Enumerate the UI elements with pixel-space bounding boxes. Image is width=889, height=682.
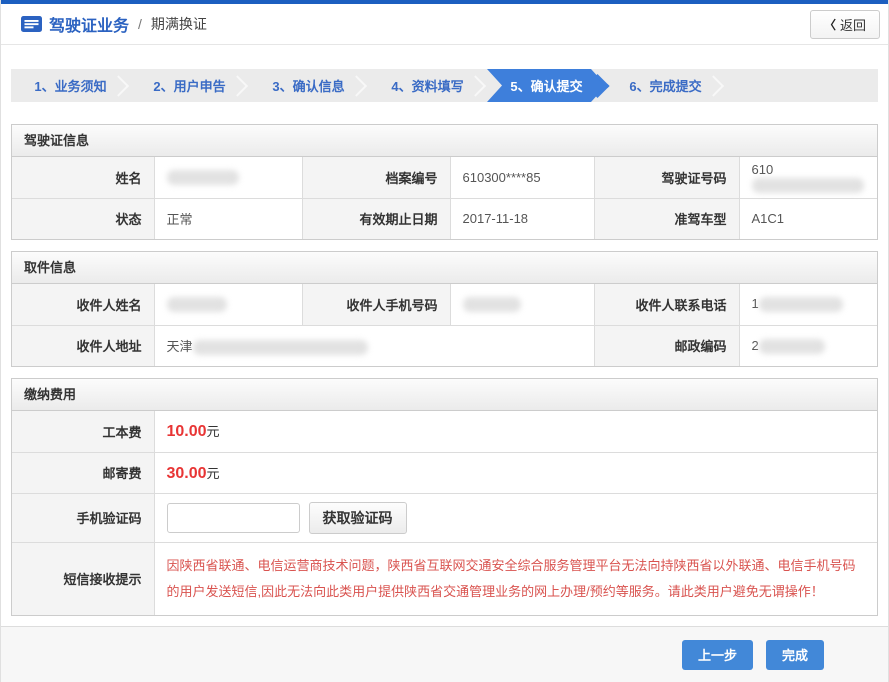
pickup-info-section: 取件信息 收件人姓名 收件人手机号码 收件人联系电话 1 收件人地址 天津 邮政… [11, 251, 878, 367]
redacted-recipient-mobile [463, 297, 521, 312]
postcode-label: 邮政编码 [594, 325, 739, 366]
step-1-business-notice[interactable]: 1、业务须知 [11, 69, 130, 102]
pickup-section-title: 取件信息 [12, 252, 877, 284]
table-row: 状态 正常 有效期止日期 2017-11-18 准驾车型 A1C1 [12, 198, 877, 239]
step-5-confirm-submit-active[interactable]: 5、确认提交 [487, 69, 606, 102]
vehicle-class-value: A1C1 [739, 198, 877, 239]
recipient-name-value [154, 284, 302, 325]
breadcrumb: 驾驶证业务 / 期满换证 [21, 12, 810, 36]
page-subtitle: 期满换证 [151, 14, 207, 34]
name-label: 姓名 [12, 157, 154, 198]
recipient-tel-value: 1 [739, 284, 877, 325]
sms-code-input[interactable] [167, 503, 300, 533]
license-info-section: 驾驶证信息 姓名 档案编号 610300****85 驾驶证号码 610 状态 … [11, 124, 878, 240]
table-row: 手机验证码 获取验证码 [12, 493, 877, 542]
license-section-title: 驾驶证信息 [12, 125, 877, 157]
step-3-confirm-info[interactable]: 3、确认信息 [249, 69, 368, 102]
back-chevron-icon: 〈 [824, 16, 836, 33]
name-value [154, 157, 302, 198]
redacted-postcode [759, 339, 825, 354]
address-label: 收件人地址 [12, 325, 154, 366]
page-header: 驾驶证业务 / 期满换证 〈 返回 [1, 4, 888, 45]
sms-code-cell: 获取验证码 [154, 493, 877, 542]
mail-fee-unit: 元 [207, 466, 220, 481]
mail-fee-amount: 30.00 [167, 465, 207, 482]
sms-code-label: 手机验证码 [12, 493, 154, 542]
license-no-label: 驾驶证号码 [594, 157, 739, 198]
wizard: 1、业务须知 2、用户申告 3、确认信息 4、资料填写 5、确认提交 6、完成提… [11, 69, 878, 102]
recipient-tel-prefix: 1 [752, 296, 759, 311]
file-no-label: 档案编号 [302, 157, 450, 198]
list-card-icon [21, 16, 42, 32]
previous-step-button[interactable]: 上一步 [682, 640, 753, 670]
recipient-mobile-label: 收件人手机号码 [302, 284, 450, 325]
postcode-value: 2 [739, 325, 877, 366]
step-2-user-declaration[interactable]: 2、用户申告 [130, 69, 249, 102]
mail-fee-value: 30.00元 [154, 452, 877, 493]
step-6-finish-submit[interactable]: 6、完成提交 [606, 69, 725, 102]
finish-button[interactable]: 完成 [766, 640, 824, 670]
license-info-table: 姓名 档案编号 610300****85 驾驶证号码 610 状态 正常 有效期… [12, 157, 877, 239]
license-no-value: 610 [739, 157, 877, 198]
page: 驾驶证业务 / 期满换证 〈 返回 1、业务须知 2、用户申告 3、确认信息 4… [0, 0, 889, 682]
status-label: 状态 [12, 198, 154, 239]
table-row: 收件人姓名 收件人手机号码 收件人联系电话 1 [12, 284, 877, 325]
expiry-value: 2017-11-18 [450, 198, 594, 239]
redacted-recipient-name [167, 297, 227, 312]
table-row: 工本费 10.00元 [12, 411, 877, 452]
wizard-steps-bar: 1、业务须知 2、用户申告 3、确认信息 4、资料填写 5、确认提交 6、完成提… [11, 69, 878, 102]
page-title: 驾驶证业务 [49, 12, 129, 36]
sms-notice-label: 短信接收提示 [12, 542, 154, 615]
status-value: 正常 [154, 198, 302, 239]
production-fee-label: 工本费 [12, 411, 154, 452]
fees-section: 缴纳费用 工本费 10.00元 邮寄费 30.00元 手机验证码 获取验证码 [11, 378, 878, 616]
recipient-name-label: 收件人姓名 [12, 284, 154, 325]
vehicle-class-label: 准驾车型 [594, 198, 739, 239]
redacted-license-no [752, 178, 864, 193]
footer-action-bar: 上一步 完成 [1, 626, 888, 682]
file-no-value: 610300****85 [450, 157, 594, 198]
step-4-fill-data[interactable]: 4、资料填写 [368, 69, 487, 102]
recipient-tel-label: 收件人联系电话 [594, 284, 739, 325]
table-row: 短信接收提示 因陕西省联通、电信运营商技术问题，陕西省互联网交通安全综合服务管理… [12, 542, 877, 615]
production-fee-value: 10.00元 [154, 411, 877, 452]
table-row: 姓名 档案编号 610300****85 驾驶证号码 610 [12, 157, 877, 198]
get-sms-code-button[interactable]: 获取验证码 [309, 502, 407, 534]
address-value: 天津 [154, 325, 594, 366]
expiry-label: 有效期止日期 [302, 198, 450, 239]
address-prefix: 天津 [167, 339, 193, 354]
table-row: 收件人地址 天津 邮政编码 2 [12, 325, 877, 366]
fees-section-title: 缴纳费用 [12, 379, 877, 411]
breadcrumb-separator: / [138, 16, 142, 32]
recipient-mobile-value [450, 284, 594, 325]
back-button[interactable]: 〈 返回 [810, 10, 880, 39]
production-fee-amount: 10.00 [167, 423, 207, 440]
mail-fee-label: 邮寄费 [12, 452, 154, 493]
license-no-prefix: 610 [752, 162, 774, 177]
redacted-address [193, 340, 368, 355]
sms-notice-text: 因陕西省联通、电信运营商技术问题，陕西省互联网交通安全综合服务管理平台无法向持陕… [167, 553, 864, 605]
back-button-label: 返回 [840, 15, 866, 34]
postcode-prefix: 2 [752, 338, 759, 353]
sms-notice-cell: 因陕西省联通、电信运营商技术问题，陕西省互联网交通安全综合服务管理平台无法向持陕… [154, 542, 877, 615]
redacted-recipient-tel [759, 297, 843, 312]
production-fee-unit: 元 [207, 424, 220, 439]
redacted-name [167, 170, 239, 185]
fees-table: 工本费 10.00元 邮寄费 30.00元 手机验证码 获取验证码 短信接收提示 [12, 411, 877, 615]
table-row: 邮寄费 30.00元 [12, 452, 877, 493]
pickup-info-table: 收件人姓名 收件人手机号码 收件人联系电话 1 收件人地址 天津 邮政编码 2 [12, 284, 877, 366]
